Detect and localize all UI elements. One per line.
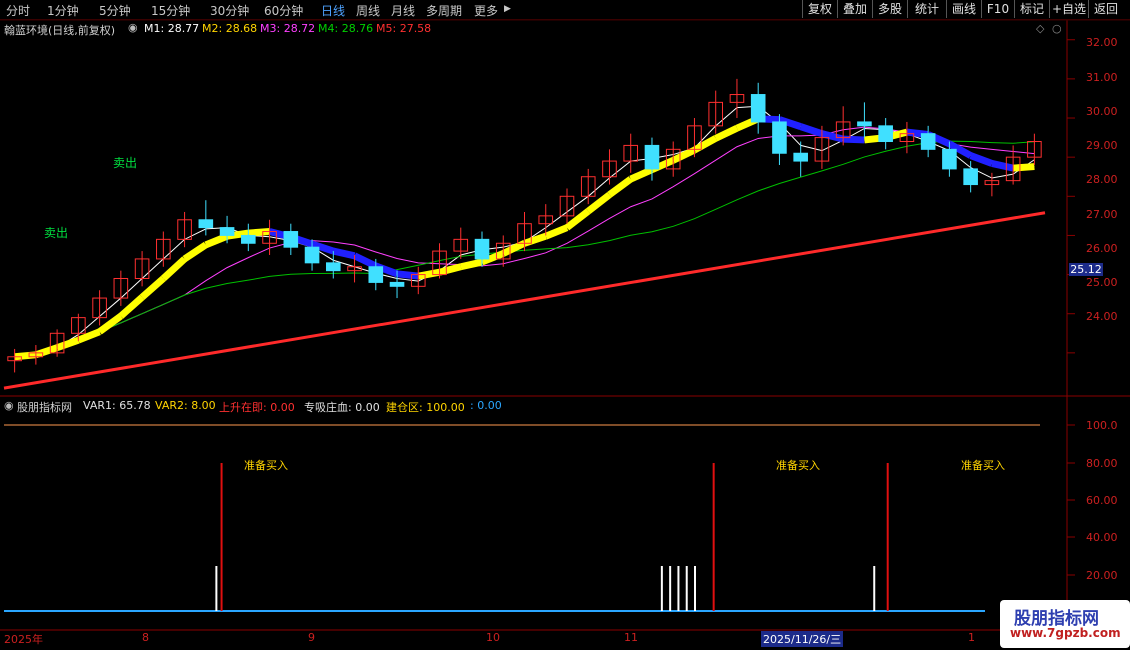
trend-band-segment bbox=[139, 275, 166, 300]
cursor-date: 2025/11/26/三 bbox=[761, 631, 844, 647]
price-tick: 27.00 bbox=[1086, 208, 1118, 221]
price-tick: 28.00 bbox=[1086, 173, 1118, 186]
x-tick: 1 bbox=[968, 631, 975, 644]
trend-band-segment bbox=[564, 208, 591, 231]
trend-band-segment bbox=[182, 241, 208, 262]
candle-body bbox=[857, 121, 872, 127]
x-tick: 10 bbox=[486, 631, 500, 644]
price-tick: 30.00 bbox=[1086, 105, 1118, 118]
candle-body bbox=[644, 144, 660, 170]
trend-band-segment bbox=[332, 247, 356, 260]
watermark-url: www.7gpzb.com bbox=[1010, 626, 1121, 640]
candle-body bbox=[219, 227, 235, 236]
indicator-tick: 40.00 bbox=[1086, 531, 1118, 544]
trend-band-segment bbox=[353, 252, 378, 270]
signal-label: 准备买入 bbox=[961, 459, 1005, 472]
indicator-tick: 100.0 bbox=[1086, 419, 1118, 432]
trend-band-segment bbox=[799, 123, 824, 137]
trend-band-segment bbox=[629, 166, 654, 183]
trend-band-segment bbox=[671, 146, 696, 164]
trend-band-segment bbox=[160, 256, 187, 282]
trend-band-segment bbox=[460, 258, 483, 271]
signal-label: 准备买入 bbox=[244, 459, 288, 472]
kline-chart[interactable] bbox=[0, 0, 1130, 650]
price-tick: 24.00 bbox=[1086, 310, 1118, 323]
candle-body bbox=[878, 125, 893, 143]
trend-band-segment bbox=[34, 344, 59, 359]
trend-band-segment bbox=[204, 232, 229, 249]
sell-label: 卖出 bbox=[113, 156, 138, 170]
candle-body bbox=[304, 246, 320, 264]
x-tick: 11 bbox=[624, 631, 638, 644]
trend-band-segment bbox=[969, 152, 994, 167]
trend-band-segment bbox=[118, 294, 145, 319]
x-tick: 9 bbox=[308, 631, 315, 644]
x-tick: 8 bbox=[142, 631, 149, 644]
trend-band-segment bbox=[544, 224, 569, 240]
candle-body bbox=[772, 121, 787, 154]
candle-body bbox=[283, 231, 299, 248]
trend-band-segment bbox=[55, 336, 80, 351]
indicator-tick: 20.00 bbox=[1086, 569, 1118, 582]
trend-band-segment bbox=[714, 125, 739, 142]
trend-band-segment bbox=[438, 263, 462, 276]
signal-label: 准备买入 bbox=[776, 459, 820, 472]
candle-body bbox=[963, 168, 978, 186]
trend-band-segment bbox=[821, 130, 845, 143]
trend-band-segment bbox=[586, 191, 612, 214]
candle-body bbox=[793, 152, 808, 162]
candle-body bbox=[920, 133, 936, 150]
trend-band-segment bbox=[523, 232, 547, 247]
candle-body bbox=[198, 219, 214, 229]
candle-body bbox=[750, 94, 766, 123]
indicator-tick: 60.00 bbox=[1086, 494, 1118, 507]
price-tick: 31.00 bbox=[1086, 71, 1118, 84]
candle-body bbox=[942, 148, 957, 170]
indicator-tick: 80.00 bbox=[1086, 457, 1118, 470]
price-tick: 29.00 bbox=[1086, 139, 1118, 152]
trend-band-segment bbox=[991, 160, 1014, 172]
price-tick: 32.00 bbox=[1086, 36, 1118, 49]
current-price-tag: 25.12 bbox=[1069, 263, 1103, 276]
x-tick: 2025年 bbox=[4, 633, 43, 646]
candle-body bbox=[389, 281, 405, 287]
trend-band-segment bbox=[501, 240, 527, 257]
trend-band-segment bbox=[607, 176, 633, 198]
trend-band-segment bbox=[843, 135, 865, 144]
price-tick: 26.00 bbox=[1086, 242, 1118, 255]
candle-body bbox=[241, 234, 256, 244]
candle-body bbox=[474, 238, 490, 260]
trend-band-segment bbox=[1012, 163, 1035, 172]
candle-body bbox=[325, 262, 341, 272]
candle-body bbox=[368, 266, 384, 283]
sell-label: 卖出 bbox=[44, 226, 69, 240]
price-tick: 25.00 bbox=[1086, 276, 1118, 289]
